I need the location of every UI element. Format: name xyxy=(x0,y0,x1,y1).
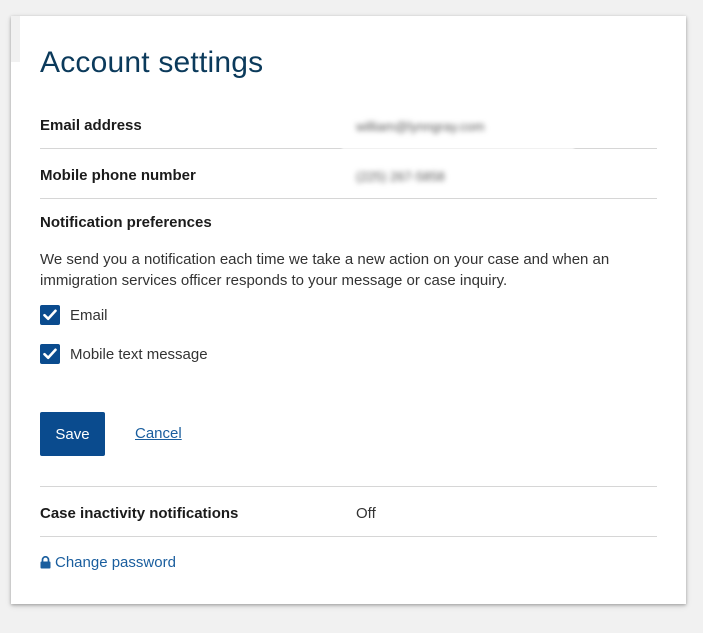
inactivity-value: Off xyxy=(356,505,376,522)
email-notification-option[interactable]: Email xyxy=(40,305,108,325)
save-button[interactable]: Save xyxy=(40,412,105,456)
email-checkbox[interactable] xyxy=(40,305,60,325)
cancel-link[interactable]: Cancel xyxy=(135,425,182,442)
card-notch xyxy=(11,16,20,62)
phone-row: Mobile phone number (225) 267-5858 xyxy=(40,148,657,199)
change-password-link[interactable]: Change password xyxy=(40,554,176,571)
text-message-checkbox[interactable] xyxy=(40,344,60,364)
email-value: william@lynngray.com xyxy=(356,119,485,134)
check-icon xyxy=(43,309,57,321)
change-password-label: Change password xyxy=(55,554,176,571)
email-label: Email address xyxy=(40,117,142,134)
lock-icon xyxy=(40,556,51,569)
page-title: Account settings xyxy=(40,46,263,80)
email-option-label: Email xyxy=(70,307,108,324)
inactivity-row: Case inactivity notifications Off xyxy=(40,486,657,537)
inactivity-label: Case inactivity notifications xyxy=(40,505,238,522)
email-row: Email address william@lynngray.com xyxy=(40,98,657,149)
notification-description: We send you a notification each time we … xyxy=(40,249,650,291)
check-icon xyxy=(43,348,57,360)
account-settings-card: Account settings Email address william@l… xyxy=(11,16,686,604)
text-notification-option[interactable]: Mobile text message xyxy=(40,344,208,364)
phone-label: Mobile phone number xyxy=(40,167,196,184)
phone-value: (225) 267-5858 xyxy=(356,169,445,184)
notification-preferences-title: Notification preferences xyxy=(40,214,212,231)
text-message-option-label: Mobile text message xyxy=(70,346,208,363)
